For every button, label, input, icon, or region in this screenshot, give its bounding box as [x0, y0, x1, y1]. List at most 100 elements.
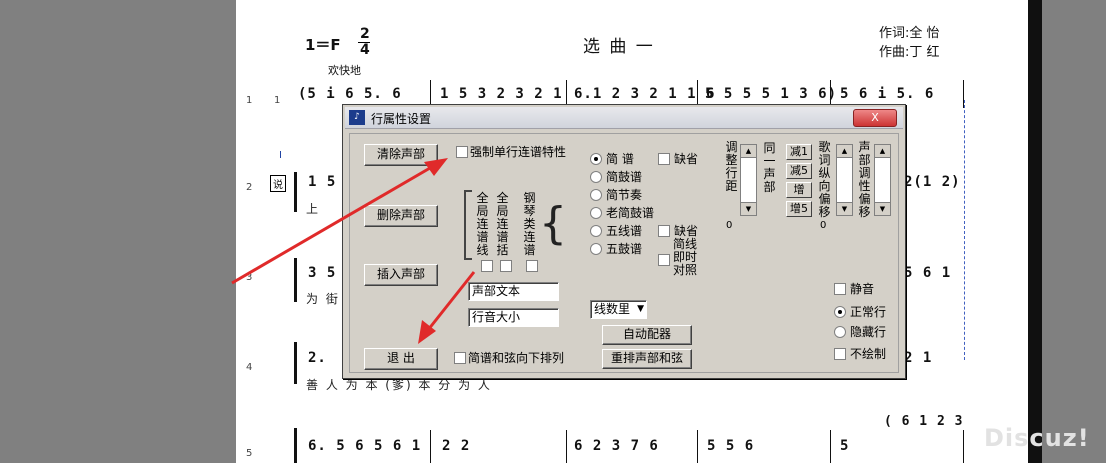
row-properties-dialog: ♪ 行属性设置 X 清除声部 删除声部 插入声部 退 出 强制单行连谱特性 全局… — [342, 104, 906, 379]
time-signature-bottom: 4 — [360, 42, 370, 58]
rearrange-button[interactable]: 重排声部和弦 — [602, 349, 692, 369]
no-draw-checkbox[interactable] — [834, 348, 846, 360]
right-dark-border — [1028, 0, 1042, 463]
notation-label: 老简鼓谱 — [606, 206, 655, 220]
measure: 1 5 — [308, 174, 337, 190]
section-marker: I — [279, 150, 282, 161]
normal-line-label: 正常行 — [850, 305, 887, 319]
system-bracket — [294, 258, 297, 302]
spin-up-icon[interactable]: ▲ — [741, 145, 756, 158]
notation-radio-jiangu[interactable] — [590, 171, 602, 183]
notation-radio-wuxian[interactable] — [590, 225, 602, 237]
staff-number: 1 — [274, 95, 281, 106]
omit1-label: 缺省 — [674, 152, 699, 166]
row-number: 1 — [246, 95, 253, 106]
measure: (5 i 6 5. 6 — [298, 86, 402, 102]
simple-instant-checkbox[interactable] — [658, 254, 670, 266]
row-number: 3 — [246, 272, 253, 283]
measure: 5 5 6 — [707, 438, 755, 454]
voice-shift-spinner[interactable]: ▲ ▼ — [874, 144, 891, 216]
key-signature: 1＝F — [305, 36, 341, 54]
measure: 2 1 — [904, 350, 933, 366]
lyric-shift-value: 0 — [820, 220, 827, 231]
row-number: 2 — [246, 182, 253, 193]
line-count-select[interactable]: 线数里 ▼ — [590, 300, 647, 319]
dialog-titlebar[interactable]: ♪ 行属性设置 X — [345, 107, 903, 129]
connect-bracket-icon — [464, 190, 472, 260]
global-connect-checkbox[interactable] — [481, 260, 493, 272]
measure: 6 2 3 7 6 — [574, 438, 659, 454]
watermark: Discuz! — [984, 424, 1090, 452]
transpose-minus1-button[interactable]: 减1 — [786, 144, 812, 160]
lyric-shift-label: 歌词纵向偏移 — [818, 140, 831, 219]
spin-down-icon[interactable]: ▼ — [837, 202, 852, 215]
composer: 作曲:丁 红 — [879, 45, 940, 60]
row-number: 5 — [246, 448, 253, 459]
measure: 2 2 — [442, 438, 471, 454]
exit-button[interactable]: 退 出 — [364, 348, 438, 370]
voice-text-field[interactable]: 声部文本 — [468, 282, 559, 301]
notation-label: 简鼓谱 — [606, 170, 643, 184]
spin-down-icon[interactable]: ▼ — [741, 202, 756, 215]
app-icon: ♪ — [349, 110, 365, 125]
line-size-field[interactable]: 行音大小 — [468, 308, 559, 327]
spacing-value: 0 — [726, 220, 733, 231]
notation-radio-jianpu[interactable] — [590, 153, 602, 165]
global-connect2-checkbox[interactable] — [500, 260, 512, 272]
measure: 5 5 5 5 1 3 6) — [705, 86, 838, 102]
simple-below-label: 简谱和弦向下排列 — [468, 351, 565, 365]
measure: 6.1 2 3 2 1 1 6 — [574, 86, 716, 102]
no-draw-label: 不绘制 — [850, 347, 887, 361]
spin-up-icon[interactable]: ▲ — [875, 145, 890, 158]
auto-chord-button[interactable]: 自动配器 — [602, 325, 692, 345]
measure: 3 5 — [308, 265, 337, 281]
simple-below-checkbox[interactable] — [454, 352, 466, 364]
measure: 6. 5 6 5 6 1 — [308, 438, 422, 454]
hidden-line-label: 隐藏行 — [850, 325, 887, 339]
omit2-checkbox[interactable] — [658, 225, 670, 237]
global-connect2-label: 全局连谱括 — [496, 191, 509, 257]
mute-label: 静音 — [850, 282, 875, 296]
system-bracket — [294, 342, 297, 384]
spin-down-icon[interactable]: ▼ — [875, 202, 890, 215]
hidden-line-radio[interactable] — [834, 326, 846, 338]
notation-radio-jiezou[interactable] — [590, 189, 602, 201]
spacing-spinner[interactable]: ▲ ▼ — [740, 144, 757, 216]
notation-radio-wugu[interactable] — [590, 243, 602, 255]
measure: 5 — [840, 438, 850, 454]
delete-voice-button[interactable]: 删除声部 — [364, 205, 438, 227]
right-gray-area — [1042, 0, 1106, 463]
normal-line-radio[interactable] — [834, 306, 846, 318]
lyricist: 作词:全 怡 — [879, 26, 940, 41]
time-signature-top: 2 — [360, 26, 370, 42]
piano-connect-checkbox[interactable] — [526, 260, 538, 272]
notation-radio-laogu[interactable] — [590, 207, 602, 219]
mute-checkbox[interactable] — [834, 283, 846, 295]
transpose-plus5-button[interactable]: 增5 — [786, 201, 812, 217]
force-single-line-checkbox[interactable] — [456, 146, 468, 158]
transpose-minus5-button[interactable]: 减5 — [786, 163, 812, 179]
dialog-title: 行属性设置 — [371, 112, 432, 126]
barline — [963, 430, 964, 463]
omit1-checkbox[interactable] — [658, 153, 670, 165]
notation-label: 简节奏 — [606, 188, 643, 202]
lyric-shift-spinner[interactable]: ▲ ▼ — [836, 144, 853, 216]
same-voice-label: 同一声部 — [763, 141, 776, 194]
measure: 2(1 2) — [904, 174, 961, 190]
lyric: 上 — [306, 202, 321, 216]
system-bracket — [294, 428, 297, 463]
notation-label: 五线谱 — [606, 224, 643, 238]
force-single-line-label: 强制单行连谱特性 — [470, 145, 567, 159]
system-bracket — [294, 172, 297, 212]
chevron-down-icon: ▼ — [637, 304, 644, 314]
transpose-plus-button[interactable]: 增 — [786, 182, 812, 198]
lyric: 为 街 — [306, 292, 340, 306]
speech-box-icon: 说 — [270, 175, 286, 192]
spin-up-icon[interactable]: ▲ — [837, 145, 852, 158]
guide-line — [964, 100, 965, 360]
clear-voice-button[interactable]: 清除声部 — [364, 144, 438, 166]
score-title: 选 曲 一 — [583, 37, 655, 57]
close-button[interactable]: X — [853, 109, 897, 127]
brace-icon: { — [539, 198, 567, 249]
insert-voice-button[interactable]: 插入声部 — [364, 264, 438, 286]
